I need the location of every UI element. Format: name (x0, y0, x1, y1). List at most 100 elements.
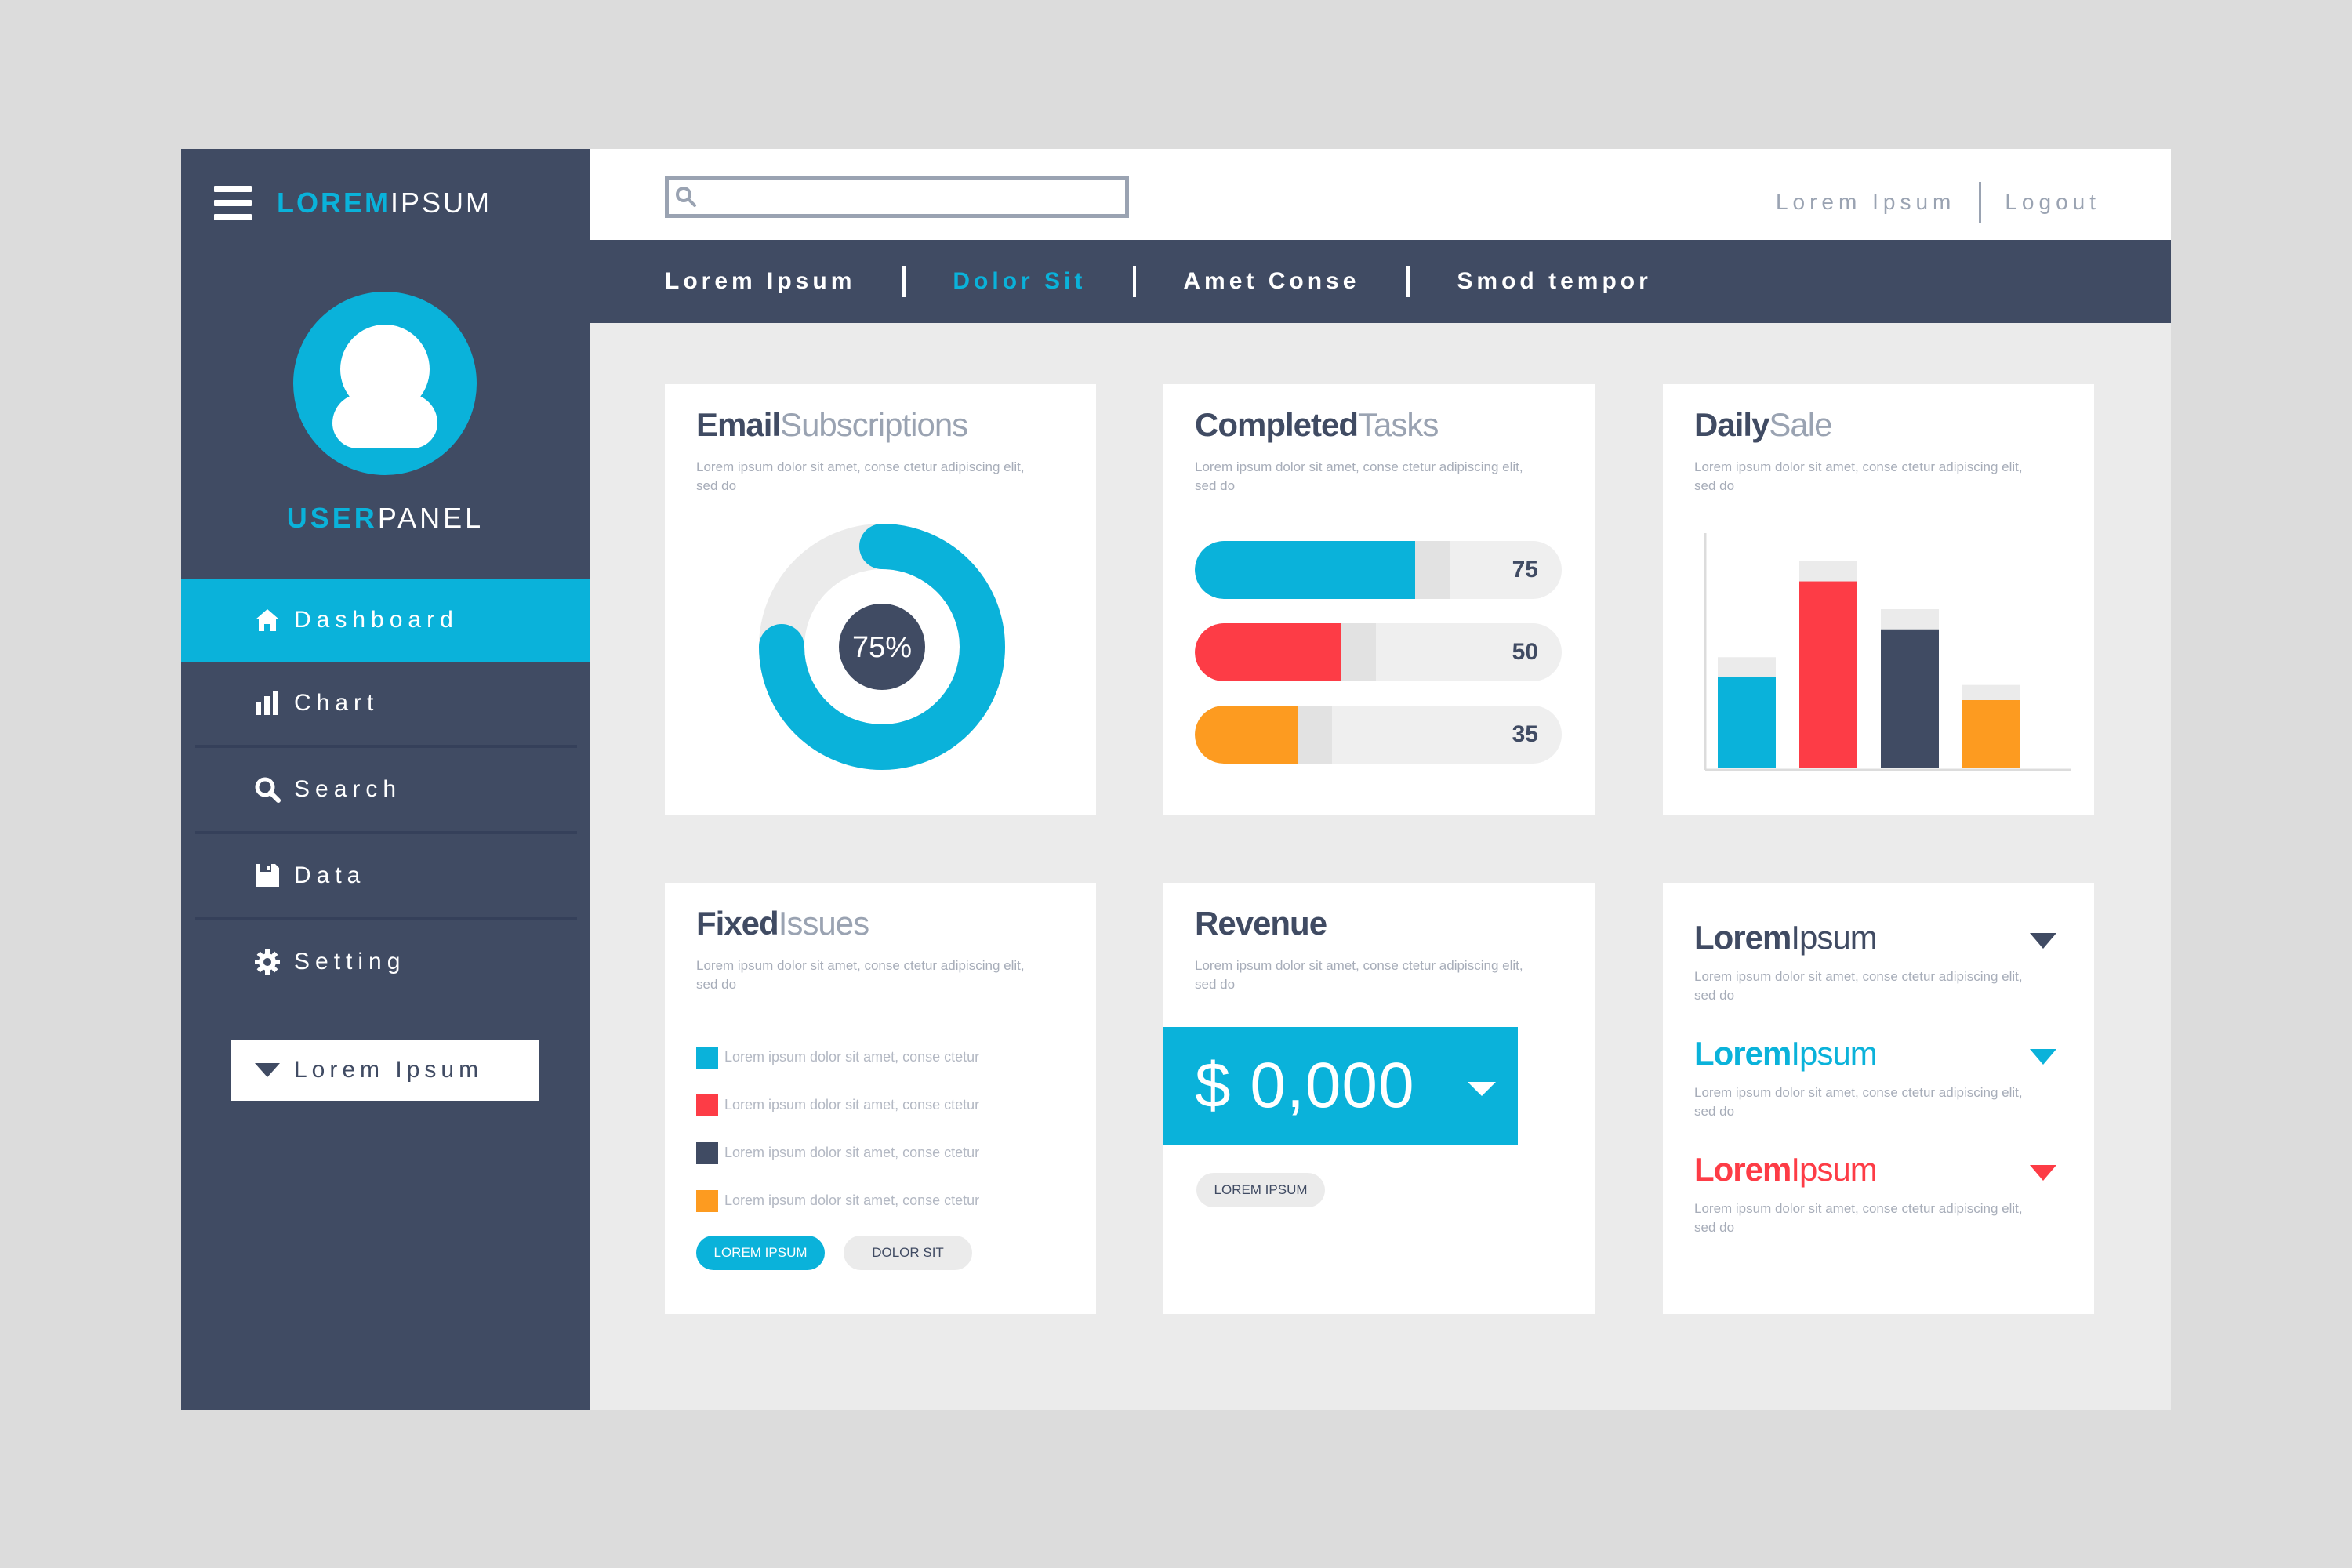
tab-bar: Lorem Ipsum Dolor Sit Amet Conse Smod te… (590, 240, 2171, 323)
save-icon (253, 862, 281, 890)
list-item-description: Lorem ipsum dolor sit amet, conse ctetur… (1694, 969, 2023, 1003)
email-donut-chart: 75% (759, 524, 1005, 770)
sidebar-dropdown[interactable]: Lorem Ipsum (231, 1040, 539, 1101)
legend-item: Lorem ipsum dolor sit amet, conse ctetur (696, 1129, 979, 1177)
user-avatar-icon[interactable] (293, 292, 477, 475)
legend-item: Lorem ipsum dolor sit amet, conse ctetur (696, 1081, 979, 1129)
progress-value: 50 (1512, 639, 1538, 665)
card-description: Lorem ipsum dolor sit amet, conse ctetur… (1195, 459, 1523, 493)
tab-smod-tempor[interactable]: Smod tempor (1457, 268, 1651, 295)
tab-lorem-ipsum[interactable]: Lorem Ipsum (665, 268, 855, 295)
sidebar: LOREMIPSUM USERPANEL Dashboard Chart Sea… (181, 149, 590, 1410)
triangle-down-icon[interactable] (2030, 1049, 2056, 1065)
revenue-amount-box[interactable]: $ 0,000 (1163, 1027, 1518, 1145)
progress-shade (1298, 706, 1333, 764)
card-description: Lorem ipsum dolor sit amet, conse ctetur… (1195, 958, 1523, 992)
search-box (665, 176, 1129, 218)
progress-fill (1195, 706, 1298, 764)
sidebar-item-label: Setting (294, 949, 406, 975)
list-item-description: Lorem ipsum dolor sit amet, conse ctetur… (1694, 1201, 2023, 1235)
revenue-lorem-ipsum-button[interactable]: LOREM IPSUM (1196, 1173, 1325, 1207)
sidebar-nav: Dashboard Chart Search Data Setting (181, 579, 590, 1004)
tab-dolor-sit[interactable]: Dolor Sit (953, 268, 1086, 295)
search-icon (253, 775, 281, 804)
brand: LOREMIPSUM (214, 183, 492, 223)
sidebar-item-data[interactable]: Data (181, 834, 590, 917)
card-description: Lorem ipsum dolor sit amet, conse ctetur… (696, 459, 1025, 493)
progress-value: 75 (1512, 557, 1538, 583)
tab-amet-conse[interactable]: Amet Conse (1183, 268, 1359, 295)
sidebar-item-search[interactable]: Search (181, 748, 590, 831)
bar-chart-icon (253, 689, 281, 717)
sidebar-item-label: Dashboard (294, 607, 459, 633)
sidebar-item-label: Data (294, 862, 366, 888)
dolor-sit-button[interactable]: DOLOR SIT (844, 1236, 972, 1270)
search-input[interactable] (702, 180, 1125, 214)
revenue-card: Revenue Lorem ipsum dolor sit amet, cons… (1163, 883, 1595, 1314)
list-item-title: LoremIpsum (1694, 1035, 1878, 1072)
user-rest: PANEL (377, 502, 485, 534)
donut-percent-label: 75% (852, 631, 912, 664)
sale-bar (1718, 677, 1776, 768)
user-panel-title: USERPANEL (181, 502, 590, 535)
dashboard-frame: LOREMIPSUM USERPANEL Dashboard Chart Sea… (181, 149, 2171, 1410)
progress-fill (1195, 541, 1415, 599)
top-bar: Lorem Ipsum Logout (590, 149, 2171, 240)
triangle-down-icon (255, 1063, 280, 1077)
progress-value: 35 (1512, 721, 1538, 747)
triangle-down-icon[interactable] (2030, 1165, 2056, 1181)
daily-sale-bar-chart (1704, 533, 2071, 771)
legend-item: Lorem ipsum dolor sit amet, conse ctetur (696, 1177, 979, 1225)
card-title: Revenue (1195, 905, 1327, 942)
legend-swatch (696, 1189, 718, 1212)
legend-swatch (696, 1046, 718, 1069)
home-icon (253, 606, 281, 634)
link-divider (1979, 182, 1982, 223)
fixed-issues-card: FixedIssues Lorem ipsum dolor sit amet, … (665, 883, 1096, 1314)
task-progress-bar: 35 (1195, 706, 1562, 764)
gear-icon (253, 948, 281, 976)
completed-tasks-card: CompletedTasks Lorem ipsum dolor sit ame… (1163, 384, 1595, 815)
lorem-list-card: LoremIpsum Lorem ipsum dolor sit amet, c… (1663, 883, 2094, 1314)
card-title: DailySale (1694, 406, 1832, 443)
legend-item: Lorem ipsum dolor sit amet, conse ctetur (696, 1033, 979, 1081)
logout-link[interactable]: Logout (2005, 190, 2100, 215)
list-item-title: LoremIpsum (1694, 919, 1878, 956)
search-icon (673, 184, 699, 209)
brand-accent: LOREM (277, 187, 390, 219)
sidebar-item-dashboard[interactable]: Dashboard (181, 579, 590, 662)
sale-bar (1799, 581, 1857, 768)
revenue-amount: $ 0,000 (1195, 1050, 1415, 1121)
card-title: EmailSubscriptions (696, 406, 968, 443)
sidebar-item-chart[interactable]: Chart (181, 662, 590, 745)
tab-divider (1133, 266, 1137, 297)
list-item-description: Lorem ipsum dolor sit amet, conse ctetur… (1694, 1085, 2023, 1119)
sidebar-item-label: Chart (294, 690, 379, 716)
progress-shade (1414, 541, 1450, 599)
list-item-title: LoremIpsum (1694, 1151, 1878, 1188)
card-title: FixedIssues (696, 905, 869, 942)
triangle-down-icon[interactable] (1468, 1082, 1496, 1096)
card-description: Lorem ipsum dolor sit amet, conse ctetur… (1694, 459, 2023, 493)
sale-bar (1881, 629, 1939, 768)
sidebar-dropdown-label: Lorem Ipsum (294, 1057, 484, 1083)
progress-fill (1195, 623, 1342, 681)
task-progress-bar: 75 (1195, 541, 1562, 599)
brand-logo: LOREMIPSUM (277, 187, 492, 220)
legend-swatch (696, 1094, 718, 1116)
progress-shade (1341, 623, 1377, 681)
sidebar-item-setting[interactable]: Setting (181, 920, 590, 1004)
card-title: CompletedTasks (1195, 406, 1439, 443)
card-description: Lorem ipsum dolor sit amet, conse ctetur… (696, 958, 1025, 992)
issues-legend: Lorem ipsum dolor sit amet, conse ctetur… (696, 1033, 979, 1225)
legend-swatch (696, 1142, 718, 1164)
email-subscriptions-card: EmailSubscriptions Lorem ipsum dolor sit… (665, 384, 1096, 815)
triangle-down-icon[interactable] (2030, 933, 2056, 949)
tab-divider (1406, 266, 1410, 297)
lorem-ipsum-button[interactable]: LOREM IPSUM (696, 1236, 825, 1270)
user-accent: USER (286, 502, 378, 534)
sale-bar (1962, 700, 2020, 768)
top-links: Lorem Ipsum Logout (1776, 182, 2100, 223)
top-link-lorem[interactable]: Lorem Ipsum (1776, 190, 1955, 215)
hamburger-menu-icon[interactable] (214, 186, 252, 220)
